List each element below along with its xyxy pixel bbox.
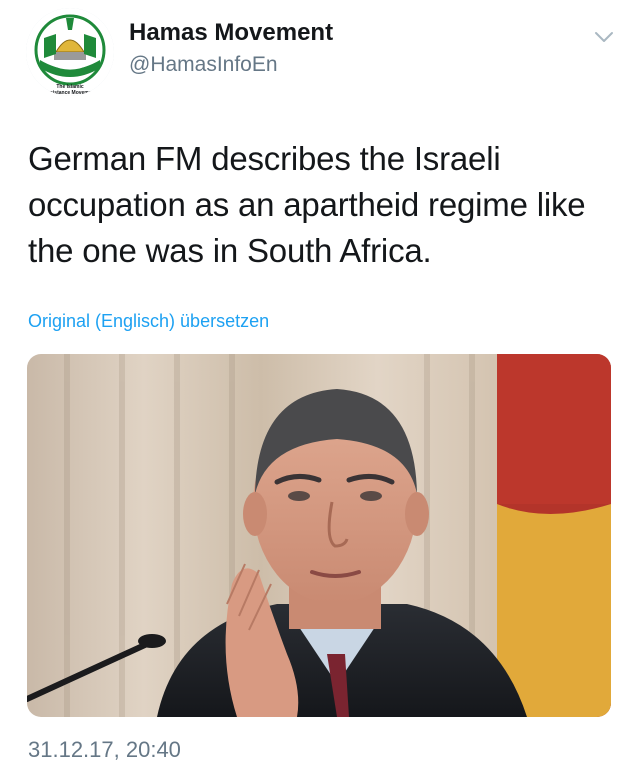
tweet-text-line: the one was in South Africa. [28,232,432,269]
photo-image [27,354,611,717]
avatar-text-line2: Resistance Movement [44,90,97,96]
tweet-text-line: German FM describes the Israeli [28,140,501,177]
tweet-timestamp[interactable]: 31.12.17, 20:40 [28,737,181,763]
avatar[interactable]: The Islamic Resistance Movement [26,8,114,96]
translate-link[interactable]: Original (Englisch) übersetzen [28,311,269,332]
tweet-text-line: occupation as an apartheid regime like [28,186,586,223]
tweet-photo[interactable] [27,354,611,717]
tweet-text: German FM describes the Israeli occupati… [28,136,618,274]
chevron-down-icon[interactable] [592,25,616,49]
hamas-logo-icon: The Islamic Resistance Movement [26,8,114,96]
display-name[interactable]: Hamas Movement [129,19,333,47]
account-handle[interactable]: @HamasInfoEn [129,53,278,77]
